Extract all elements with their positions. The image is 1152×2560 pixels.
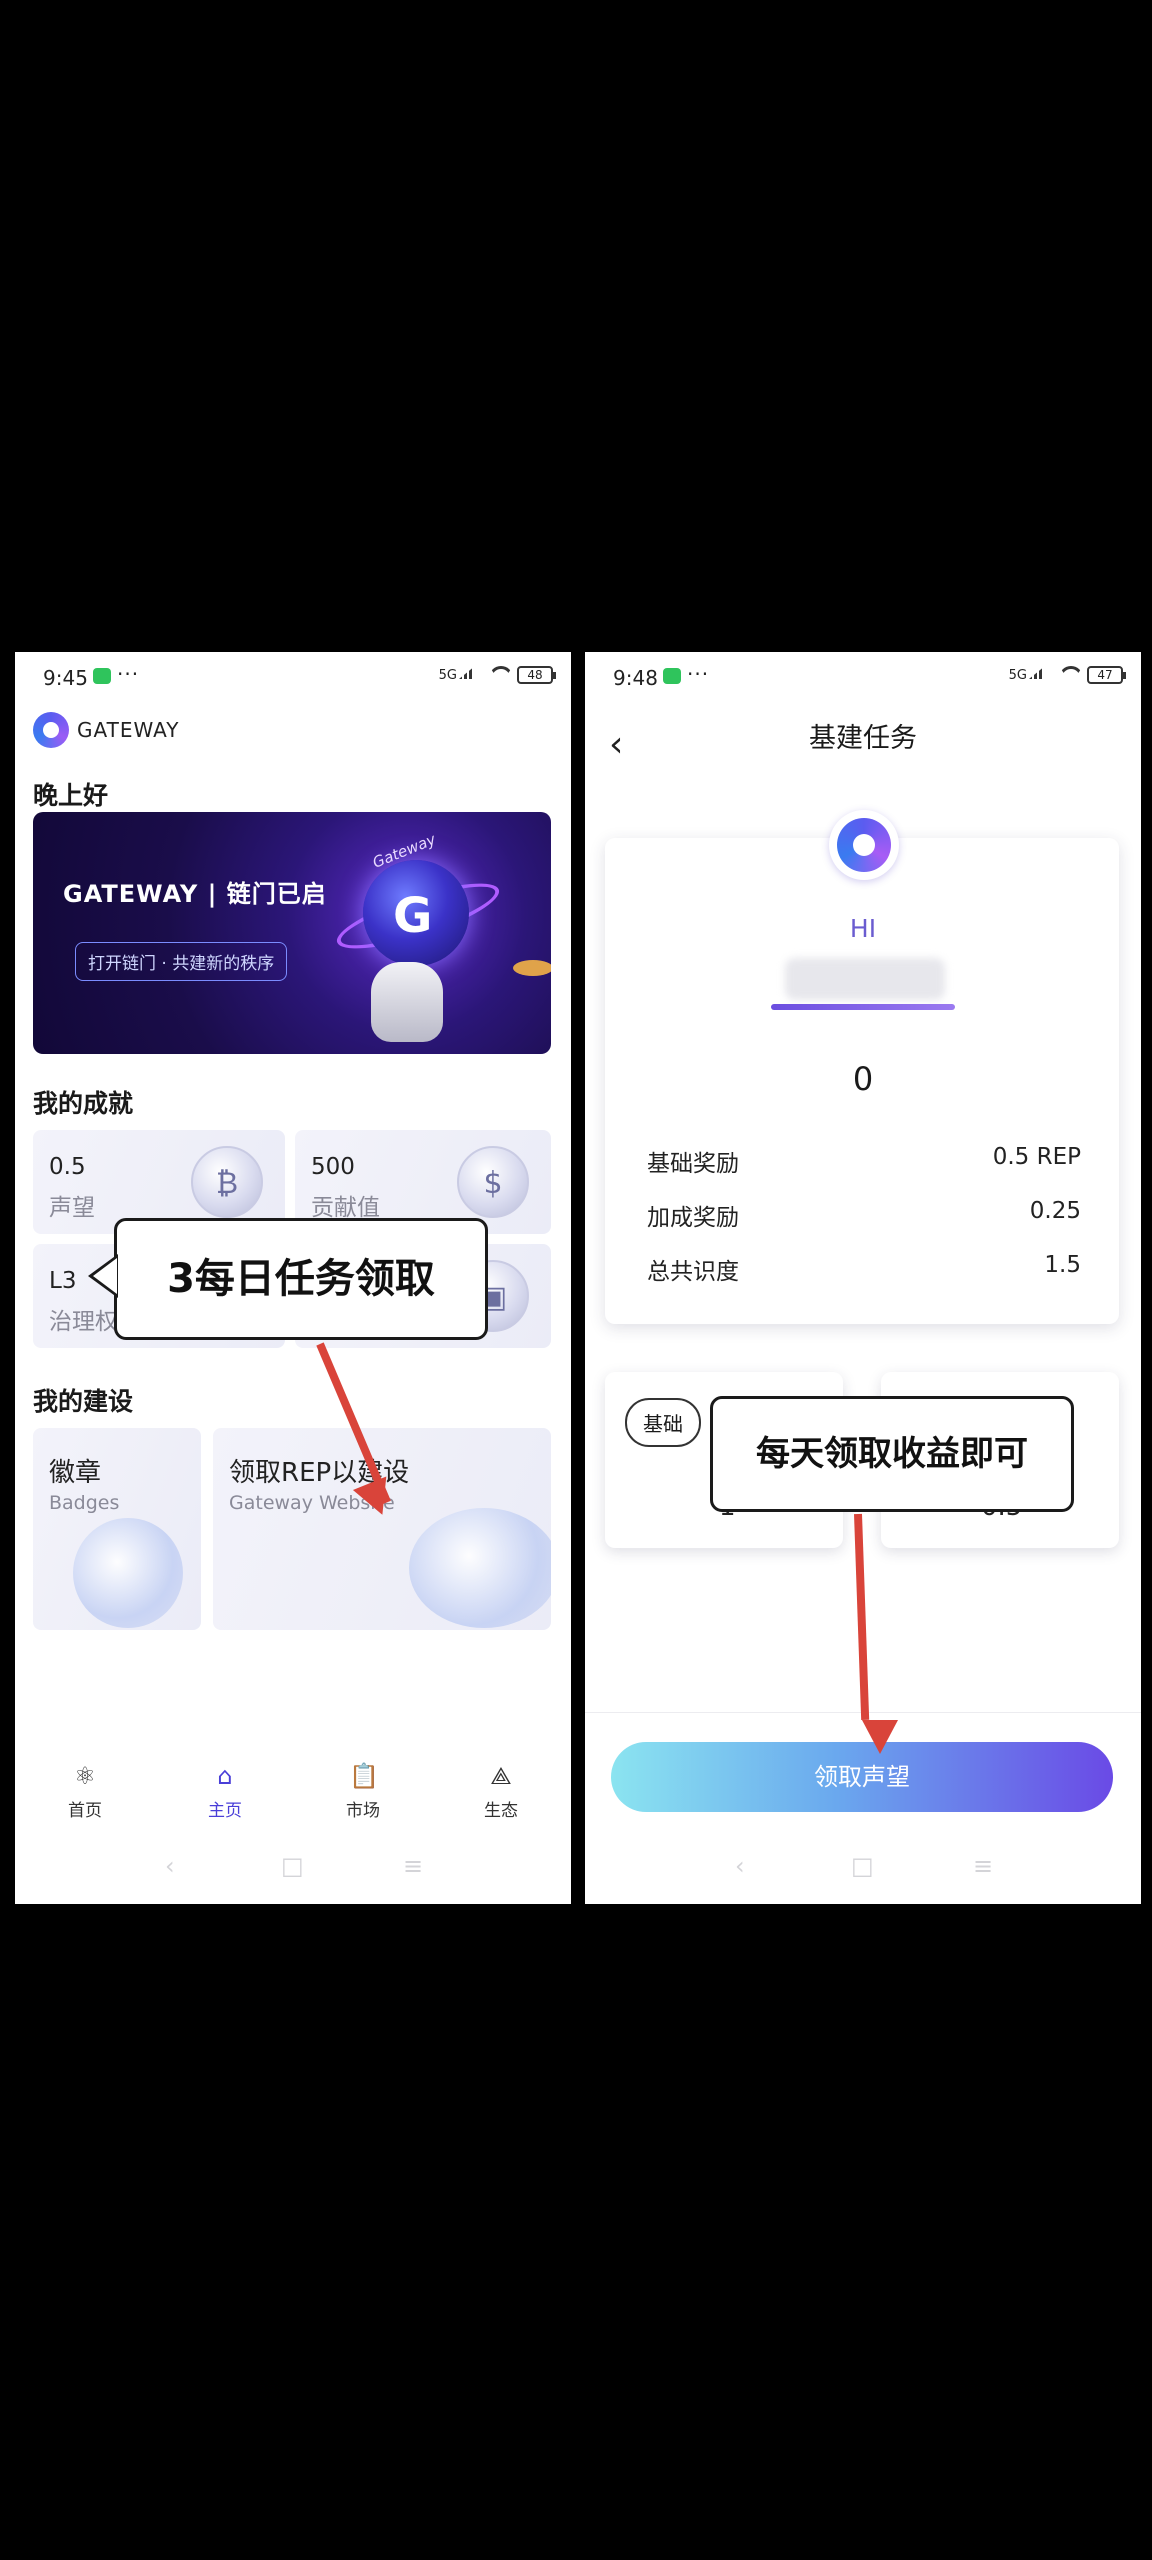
system-nav-bar: ‹ □ ≡ xyxy=(15,1848,571,1888)
status-bar: 9:48 ··· 5G 47 xyxy=(585,652,1141,700)
signal-icon: 5G xyxy=(1009,666,1045,683)
banner-pill[interactable]: 打开链门 · 共建新的秩序 xyxy=(75,942,288,981)
more-dots-icon: ··· xyxy=(117,662,140,686)
build-title: 我的建设 xyxy=(33,1387,134,1416)
status-bar: 9:45 ··· 5G 48 xyxy=(15,652,571,700)
wechat-icon xyxy=(663,668,681,684)
achievement-label: 贡献值 xyxy=(311,1195,380,1221)
callout-daily-task: 3每日任务领取 xyxy=(114,1218,488,1340)
signal-icon: 5G xyxy=(439,666,475,683)
avatar xyxy=(829,810,899,880)
row-value: 1.5 xyxy=(1044,1252,1081,1278)
status-time: 9:45 xyxy=(43,666,88,690)
coin-icon xyxy=(513,960,551,976)
build-card-title: 徽章 xyxy=(49,1458,102,1488)
greeting-hi: HI xyxy=(849,914,877,943)
nav-menu-icon[interactable]: ≡ xyxy=(973,1852,993,1880)
row-label: 基础奖励 xyxy=(647,1151,739,1177)
achievement-value: 500 xyxy=(311,1154,355,1180)
wechat-icon xyxy=(93,668,111,684)
nav-menu-icon[interactable]: ≡ xyxy=(403,1852,423,1880)
planet-g-logo: G xyxy=(393,888,433,944)
more-dots-icon: ··· xyxy=(687,662,710,686)
bottom-tab-bar: ⚛ 首页 ⌂ 主页 📋 市场 ⟁ 生态 xyxy=(15,1762,571,1842)
tab-ecosystem[interactable]: ⟁ 生态 xyxy=(461,1762,541,1821)
refresh-coin-icon: ₿ xyxy=(191,1146,263,1218)
row-label: 加成奖励 xyxy=(647,1205,739,1231)
nav-home-icon[interactable]: □ xyxy=(281,1852,304,1880)
tab-label: 主页 xyxy=(208,1801,242,1821)
arrow-head xyxy=(862,1720,898,1754)
dollar-up-icon: $ xyxy=(457,1146,529,1218)
home-icon: ⌂ xyxy=(217,1762,233,1790)
tab-market[interactable]: 📋 市场 xyxy=(323,1762,403,1821)
progress-bar xyxy=(771,1004,955,1010)
small-card-tag: 基础 xyxy=(625,1398,701,1447)
tab-label: 首页 xyxy=(68,1801,102,1821)
build-card-subtitle: Badges xyxy=(49,1492,120,1514)
achievement-value: 0.5 xyxy=(49,1154,86,1180)
website-glass-icon xyxy=(409,1508,551,1628)
battery-icon: 48 xyxy=(517,666,556,684)
wifi-icon xyxy=(489,666,513,684)
callout-claim-daily: 每天领取收益即可 xyxy=(710,1396,1074,1512)
badge-glass-icon xyxy=(73,1518,183,1628)
row-label: 总共识度 xyxy=(647,1259,739,1285)
page-title: 基建任务 xyxy=(809,723,917,754)
tab-home[interactable]: ⚛ 首页 xyxy=(45,1762,125,1821)
status-time: 9:48 xyxy=(613,666,658,690)
tab-label: 市场 xyxy=(346,1801,380,1821)
wifi-icon xyxy=(1059,666,1083,684)
system-nav-bar: ‹ □ ≡ xyxy=(585,1848,1141,1888)
greeting: 晚上好 xyxy=(33,781,109,810)
achievement-label: 治理权 xyxy=(49,1309,118,1335)
brand-name: GATEWAY xyxy=(77,718,180,742)
tab-label: 生态 xyxy=(484,1801,518,1821)
ecosystem-icon: ⟁ xyxy=(490,1762,512,1790)
achievement-value: L3 xyxy=(49,1268,77,1294)
banner-title: GATEWAY | 链门已启 xyxy=(63,880,327,908)
atom-icon: ⚛ xyxy=(74,1762,96,1790)
badges-card[interactable]: 徽章 Badges xyxy=(33,1428,201,1630)
row-value: 0.5 REP xyxy=(992,1144,1081,1170)
callout-text: 每天领取收益即可 xyxy=(756,1434,1028,1474)
battery-icon: 47 xyxy=(1087,666,1126,684)
blurred-username xyxy=(785,958,945,1000)
promo-banner[interactable]: G Gateway GATEWAY | 链门已启 打开链门 · 共建新的秩序 xyxy=(33,812,551,1054)
tab-main[interactable]: ⌂ 主页 xyxy=(185,1762,265,1821)
claim-rep-card[interactable]: 领取REP以建设 Gateway Website xyxy=(213,1428,551,1630)
row-value: 0.25 xyxy=(1029,1198,1081,1224)
astronaut-icon xyxy=(371,962,443,1042)
nav-back-icon[interactable]: ‹ xyxy=(735,1852,745,1880)
nav-home-icon[interactable]: □ xyxy=(851,1852,874,1880)
rep-value: 0 xyxy=(852,1060,874,1098)
achievement-label: 声望 xyxy=(49,1195,95,1221)
callout-text: 3每日任务领取 xyxy=(167,1256,435,1302)
gateway-logo-icon xyxy=(33,712,69,748)
achievements-title: 我的成就 xyxy=(33,1089,134,1118)
chart-icon: 📋 xyxy=(349,1762,379,1790)
callout-tail-fill xyxy=(93,1258,117,1294)
nav-back-icon[interactable]: ‹ xyxy=(165,1852,175,1880)
